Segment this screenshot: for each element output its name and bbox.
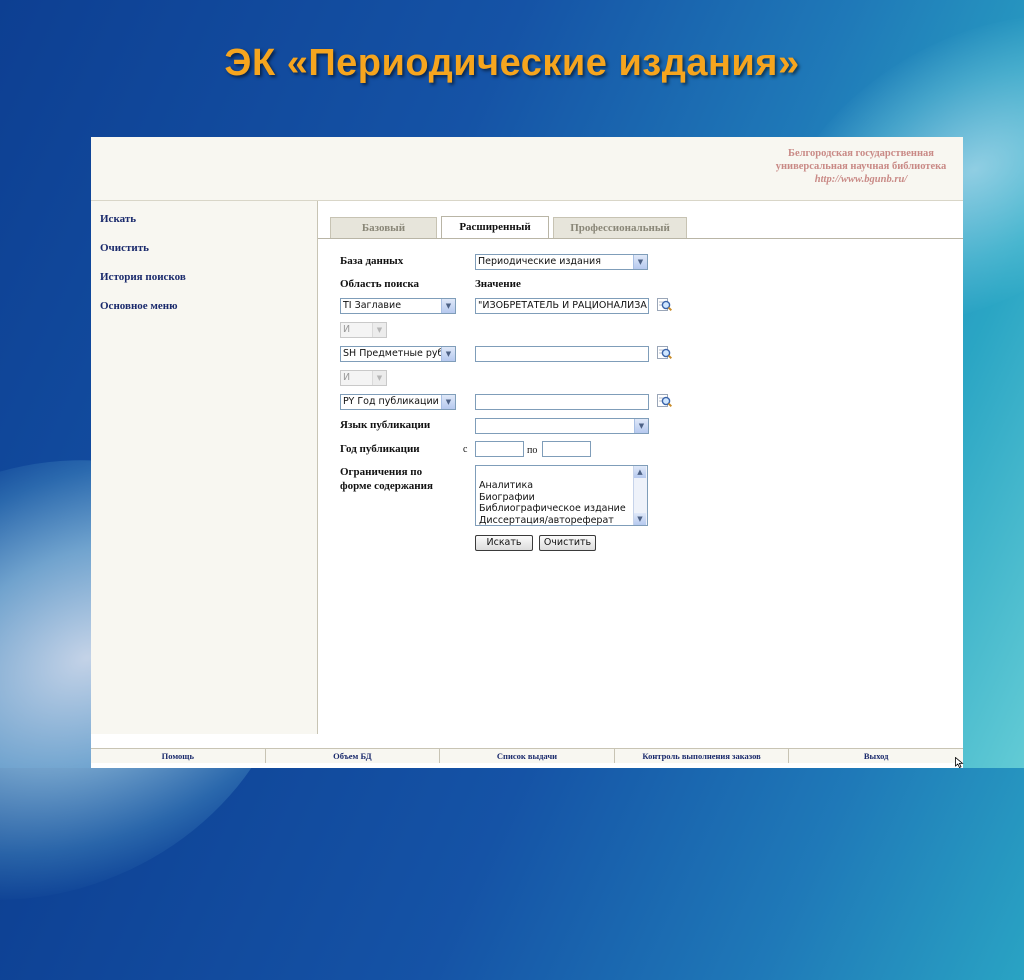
search-field-select-2[interactable]: SH Предметные рубр ▼ — [340, 346, 456, 362]
nav-item-search[interactable]: Искать — [100, 213, 136, 225]
language-label: Язык публикации — [340, 419, 431, 431]
operator-select-2[interactable]: И ▼ — [340, 370, 387, 386]
search-area-label: Область поиска — [340, 278, 420, 290]
operator-select-1-value: И — [343, 324, 351, 335]
chevron-down-icon: ▼ — [441, 299, 455, 313]
list-item[interactable]: Диссертация/автореферат — [479, 515, 626, 526]
nav-item-main-menu[interactable]: Основное меню — [100, 300, 178, 312]
library-info: Белгородская государственная универсальн… — [761, 147, 961, 186]
footer-nav: Помощь Объем БД Список выдачи Контроль в… — [91, 748, 963, 763]
left-nav: Искать Очистить История поисков Основное… — [91, 201, 318, 734]
listbox-scrollbar[interactable]: ▲ ▼ — [633, 466, 647, 525]
tab-advanced[interactable]: Расширенный — [441, 216, 549, 239]
language-select[interactable]: ▼ — [475, 418, 649, 434]
footer-help-link[interactable]: Помощь — [91, 749, 266, 763]
nav-item-clear[interactable]: Очистить — [100, 242, 149, 254]
search-field-select-1-value: TI Заглавие — [343, 300, 402, 311]
dictionary-search-icon[interactable] — [657, 394, 672, 409]
value-label: Значение — [475, 278, 521, 290]
clear-button[interactable]: Очистить — [539, 535, 596, 551]
scroll-down-icon[interactable]: ▼ — [634, 513, 646, 525]
chevron-down-icon: ▼ — [372, 371, 386, 385]
database-select[interactable]: Периодические издания ▼ — [475, 254, 648, 270]
database-label: База данных — [340, 255, 404, 267]
year-label: Год публикации — [340, 443, 420, 455]
chevron-down-icon: ▼ — [441, 347, 455, 361]
library-url[interactable]: http://www.bgunb.ru/ — [761, 173, 961, 186]
footer-db-volume-link[interactable]: Объем БД — [266, 749, 441, 763]
search-value-input-2[interactable] — [475, 346, 649, 362]
restrictions-label-line1: Ограничения по — [340, 466, 423, 478]
search-value-input-3[interactable] — [475, 394, 649, 410]
search-button[interactable]: Искать — [475, 535, 533, 551]
search-field-select-3[interactable]: PY Год публикации ▼ — [340, 394, 456, 410]
restrictions-options: Аналитика Биографии Библиографическое из… — [479, 480, 626, 526]
chevron-down-icon: ▼ — [633, 255, 647, 269]
list-item[interactable]: Библиографическое издание — [479, 503, 626, 515]
nav-item-search-history[interactable]: История поисков — [100, 271, 186, 283]
year-to-input[interactable] — [542, 441, 591, 457]
tab-basic[interactable]: Базовый — [330, 217, 437, 238]
database-select-value: Периодические издания — [478, 256, 601, 267]
footer-loan-list-link[interactable]: Список выдачи — [440, 749, 615, 763]
chevron-down-icon: ▼ — [441, 395, 455, 409]
scroll-up-icon[interactable]: ▲ — [634, 466, 646, 478]
search-value-input-1[interactable]: "ИЗОБРЕТАТЕЛЬ И РАЦИОНАЛИЗА — [475, 298, 649, 314]
chevron-down-icon: ▼ — [372, 323, 386, 337]
footer-order-control-link[interactable]: Контроль выполнения заказов — [615, 749, 790, 763]
operator-select-2-value: И — [343, 372, 351, 383]
year-from-label: с — [463, 444, 468, 455]
catalog-screenshot: Белгородская государственная универсальн… — [91, 137, 963, 768]
year-from-input[interactable] — [475, 441, 524, 457]
library-name-line2: универсальная научная библиотека — [775, 161, 947, 172]
restrictions-label-line2: форме содержания — [340, 480, 433, 492]
library-name-line1: Белгородская государственная — [788, 148, 934, 159]
slide-title: ЭК «Периодические издания» — [224, 42, 800, 84]
restrictions-listbox[interactable]: Аналитика Биографии Библиографическое из… — [475, 465, 648, 526]
tab-professional[interactable]: Профессиональный — [553, 217, 687, 238]
list-item[interactable]: Аналитика — [479, 480, 626, 492]
footer-exit-link[interactable]: Выход — [789, 749, 963, 763]
chevron-down-icon: ▼ — [634, 419, 648, 433]
mouse-cursor-icon — [955, 757, 964, 768]
list-item[interactable]: Биографии — [479, 492, 626, 504]
search-field-select-3-value: PY Год публикации — [343, 396, 439, 407]
dictionary-search-icon[interactable] — [657, 298, 672, 313]
search-field-select-1[interactable]: TI Заглавие ▼ — [340, 298, 456, 314]
dictionary-search-icon[interactable] — [657, 346, 672, 361]
operator-select-1[interactable]: И ▼ — [340, 322, 387, 338]
header-band: Белгородская государственная универсальн… — [91, 137, 963, 201]
year-to-label: по — [527, 445, 538, 456]
search-field-select-2-value: SH Предметные рубр — [343, 348, 450, 359]
tabs-baseline — [318, 238, 963, 239]
